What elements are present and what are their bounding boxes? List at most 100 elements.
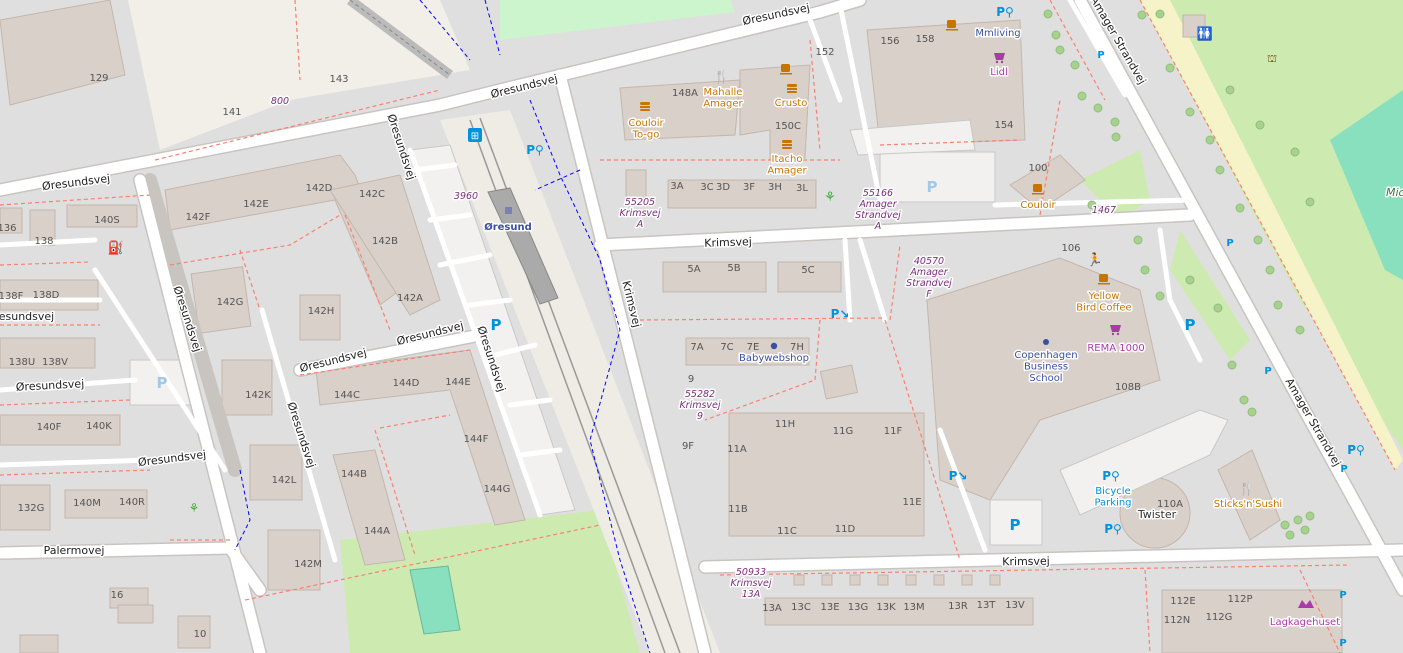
parking-icon: P [491,316,502,334]
house-number: 11H [775,419,795,430]
bicycle-parking-icon: P⚲ [1102,469,1120,483]
poi-label: Itacho Amager [767,154,807,177]
house-number: 13A [762,603,782,614]
street-label: Krimsvej [1002,555,1050,569]
parking-icon: P [1264,366,1271,377]
house-number: 9 [688,374,694,385]
house-number: 142A [397,293,423,304]
house-number: 3A [670,181,683,192]
house-number: 7A [690,342,703,353]
house-number: 150C [775,121,801,132]
house-number: 5B [727,263,740,274]
house-number: 112E [1170,596,1195,607]
house-number: 13G [848,602,868,613]
house-number: 140F [37,422,62,433]
house-number: 142M [294,559,322,570]
house-number: 5C [801,265,814,276]
poi-label: Lagkagehuset [1270,617,1340,628]
house-number: 152 [815,47,834,58]
house-number: 158 [915,34,934,45]
house-number: 142G [217,297,244,308]
house-number: 144E [445,377,470,388]
house-number: 112G [1206,612,1233,623]
fast-food-icon [640,102,650,111]
house-number: 138 [34,236,53,247]
house-number: 112P [1227,594,1252,605]
house-number: 144D [393,378,420,389]
house-number: 11D [835,524,856,535]
parking-icon: P [1185,316,1196,334]
poi-label: Mahalle Amager [703,87,743,110]
house-number: 144C [334,390,360,401]
house-number: 16 [111,590,124,601]
poi-label: Bicycle Parking [1094,486,1131,509]
house-number: 11E [902,497,921,508]
house-number: 13T [977,600,997,611]
picnic-table-icon: ⛫ [1267,52,1277,65]
house-number: 3L [796,183,808,194]
house-number: 129 [89,73,108,84]
bicycle-parking-icon: P⚲ [1347,443,1365,457]
house-number: 13K [876,602,896,613]
poi-label: Mmliving [975,28,1020,39]
bus-stop-icon[interactable]: ⊞ [468,128,482,142]
street-label: Krimsvej [704,235,752,250]
station-label[interactable]: Øresund [483,220,534,235]
house-number: 3F [743,182,755,193]
house-number: 13R [948,601,968,612]
poi-label: Sticks'n'Sushi [1214,499,1282,510]
fuel-icon: ⛽ [108,240,124,256]
house-number: 140S [94,215,119,226]
parking-entrance-icon: P↘ [831,307,850,321]
house-number: 112N [1164,615,1191,626]
house-number: 142F [186,212,211,223]
shop-dot-icon [770,342,778,350]
house-number: 143 [329,74,348,85]
house-number: 11C [777,526,797,537]
house-number: 144G [484,484,511,495]
parking-icon: P [1339,590,1346,601]
bicycle-parking-icon: P⚲ [996,5,1014,19]
house-number: 132G [18,503,45,514]
house-number: 10 [194,629,207,640]
house-number: 144B [341,469,367,480]
parking-icon: P [157,374,168,392]
street-label: Øresundsvej [0,310,54,323]
address-label: 3960 [454,191,478,202]
parking-icon: P [1097,50,1104,61]
parking-entrance-icon: P↘ [949,469,968,483]
poi-label: Mic [1386,186,1403,199]
playground-icon: ⚘ [824,190,836,205]
house-number: 5A [687,264,700,275]
house-number: 138V [42,357,68,368]
house-number: 138U [9,357,35,368]
house-number: 7E [747,342,760,353]
parking-icon: P [927,178,938,196]
house-number: 140K [86,421,112,432]
fitness-icon: 🏃 [1087,252,1103,268]
house-number: 156 [880,36,899,47]
house-number: 106 [1061,243,1080,254]
poi-label: Crusto [775,98,808,109]
house-number: 7C [720,342,733,353]
poi-label: Couloir [1020,200,1056,211]
house-number: 142B [372,236,398,247]
house-number: 142C [359,189,385,200]
address-label: 1467 [1092,205,1116,216]
house-number: 13V [1005,600,1025,611]
house-number: 142K [245,390,271,401]
school-dot-icon [1043,339,1049,345]
house-number: 11B [728,504,748,515]
poi-label: REMA 1000 [1087,343,1144,354]
house-number: 3C [700,182,713,193]
map-canvas[interactable]: Øresundsvej Øresundsvej Øresundsvej Øres… [0,0,1403,653]
house-number: 144F [464,434,489,445]
bicycle-parking-icon: P⚲ [526,143,544,157]
restaurant-icon: 🍴 [1239,481,1255,497]
house-number: 142H [308,306,335,317]
station-icon[interactable] [505,207,512,214]
fast-food-icon [787,84,797,93]
house-number: 100 [1028,163,1047,174]
fast-food-icon [782,140,792,149]
poi-label: Lidl [990,67,1007,78]
